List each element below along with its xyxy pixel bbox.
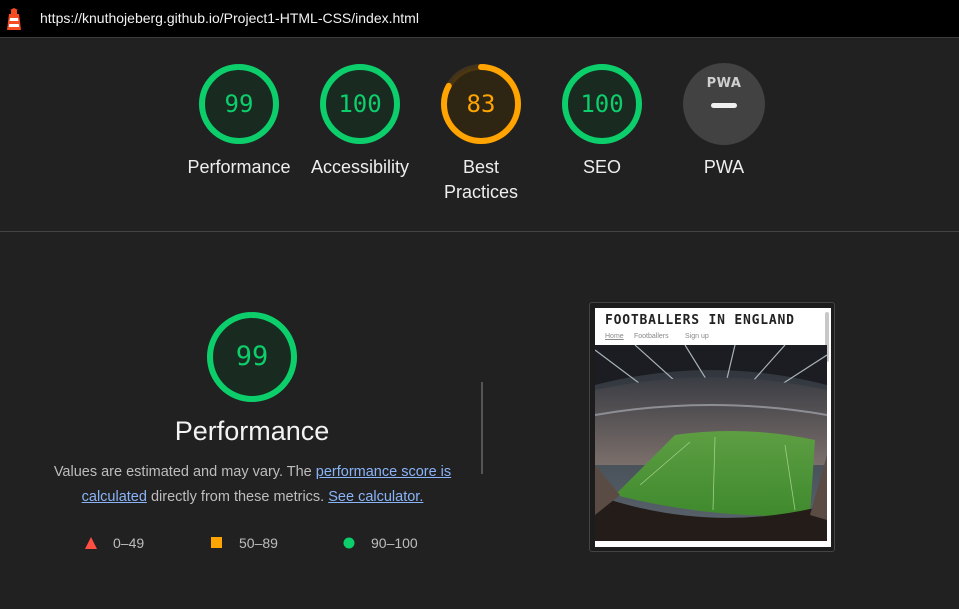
performance-description: Values are estimated and may vary. The p…: [45, 460, 460, 510]
screenshot-nav-home: Home: [605, 333, 624, 340]
stadium-image: [595, 345, 827, 541]
circle-icon: [343, 537, 355, 549]
gauge-ring: 100: [319, 63, 401, 145]
performance-title: Performance: [174, 416, 330, 446]
gauge-label: Best Practices: [421, 155, 541, 205]
gauge-label-line1: Best: [462, 157, 500, 177]
gauge-best-practices[interactable]: 83 Best Practices: [421, 63, 541, 205]
screenshot-page: FOOTBALLERS IN ENGLAND Home Footballers …: [595, 308, 831, 547]
performance-section: 99 Performance Values are estimated and …: [0, 233, 959, 609]
gauge-seo[interactable]: 100 SEO: [542, 63, 662, 180]
gauge-score: 100: [580, 90, 624, 118]
page-url[interactable]: https://knuthojeberg.github.io/Project1-…: [40, 10, 419, 26]
final-screenshot[interactable]: FOOTBALLERS IN ENGLAND Home Footballers …: [589, 302, 835, 552]
gauge-score: 100: [338, 90, 382, 118]
lighthouse-icon: [7, 8, 21, 30]
legend-range: 50–89: [239, 535, 278, 551]
gauge-ring: 99: [198, 63, 280, 145]
score-gauges: 99 Performance 100 Accessibility 83 Best…: [0, 39, 959, 232]
screenshot-nav-signup: Sign up: [685, 333, 709, 340]
gauge-label: Performance: [187, 157, 291, 177]
gauge-label: PWA: [703, 157, 745, 177]
gauge-label-line2: Practices: [443, 182, 519, 202]
desc-text: directly from these metrics.: [146, 489, 329, 505]
divider: [481, 382, 483, 474]
screenshot-nav-footballers: Footballers: [634, 333, 669, 340]
dash-icon: [711, 103, 737, 108]
gauge-score: 99: [224, 90, 254, 118]
performance-score: 99: [235, 341, 269, 372]
legend-range: 0–49: [113, 535, 145, 551]
gauge-ring: PWA: [683, 63, 765, 145]
gauge-accessibility[interactable]: 100 Accessibility: [300, 63, 420, 180]
gauge-pwa[interactable]: PWA PWA: [664, 63, 784, 180]
performance-gauge: 99: [206, 311, 298, 403]
gauge-label: Accessibility: [310, 157, 410, 177]
url-bar: https://knuthojeberg.github.io/Project1-…: [0, 0, 959, 38]
pwa-badge-text: PWA: [706, 76, 742, 91]
square-icon: [211, 537, 222, 548]
legend-range: 90–100: [371, 535, 418, 551]
pwa-badge-icon: PWA: [683, 63, 765, 145]
gauge-score: 83: [466, 90, 496, 118]
gauge-label: SEO: [582, 157, 621, 177]
gauge-ring: 83: [440, 63, 522, 145]
gauge-performance[interactable]: 99 Performance: [179, 63, 299, 180]
triangle-icon: [85, 537, 97, 549]
screenshot-site-title: FOOTBALLERS IN ENGLAND: [605, 313, 795, 328]
desc-text: Values are estimated and may vary. The: [53, 464, 316, 480]
gauge-ring: 100: [561, 63, 643, 145]
see-calculator-link[interactable]: See calculator.: [328, 489, 423, 505]
